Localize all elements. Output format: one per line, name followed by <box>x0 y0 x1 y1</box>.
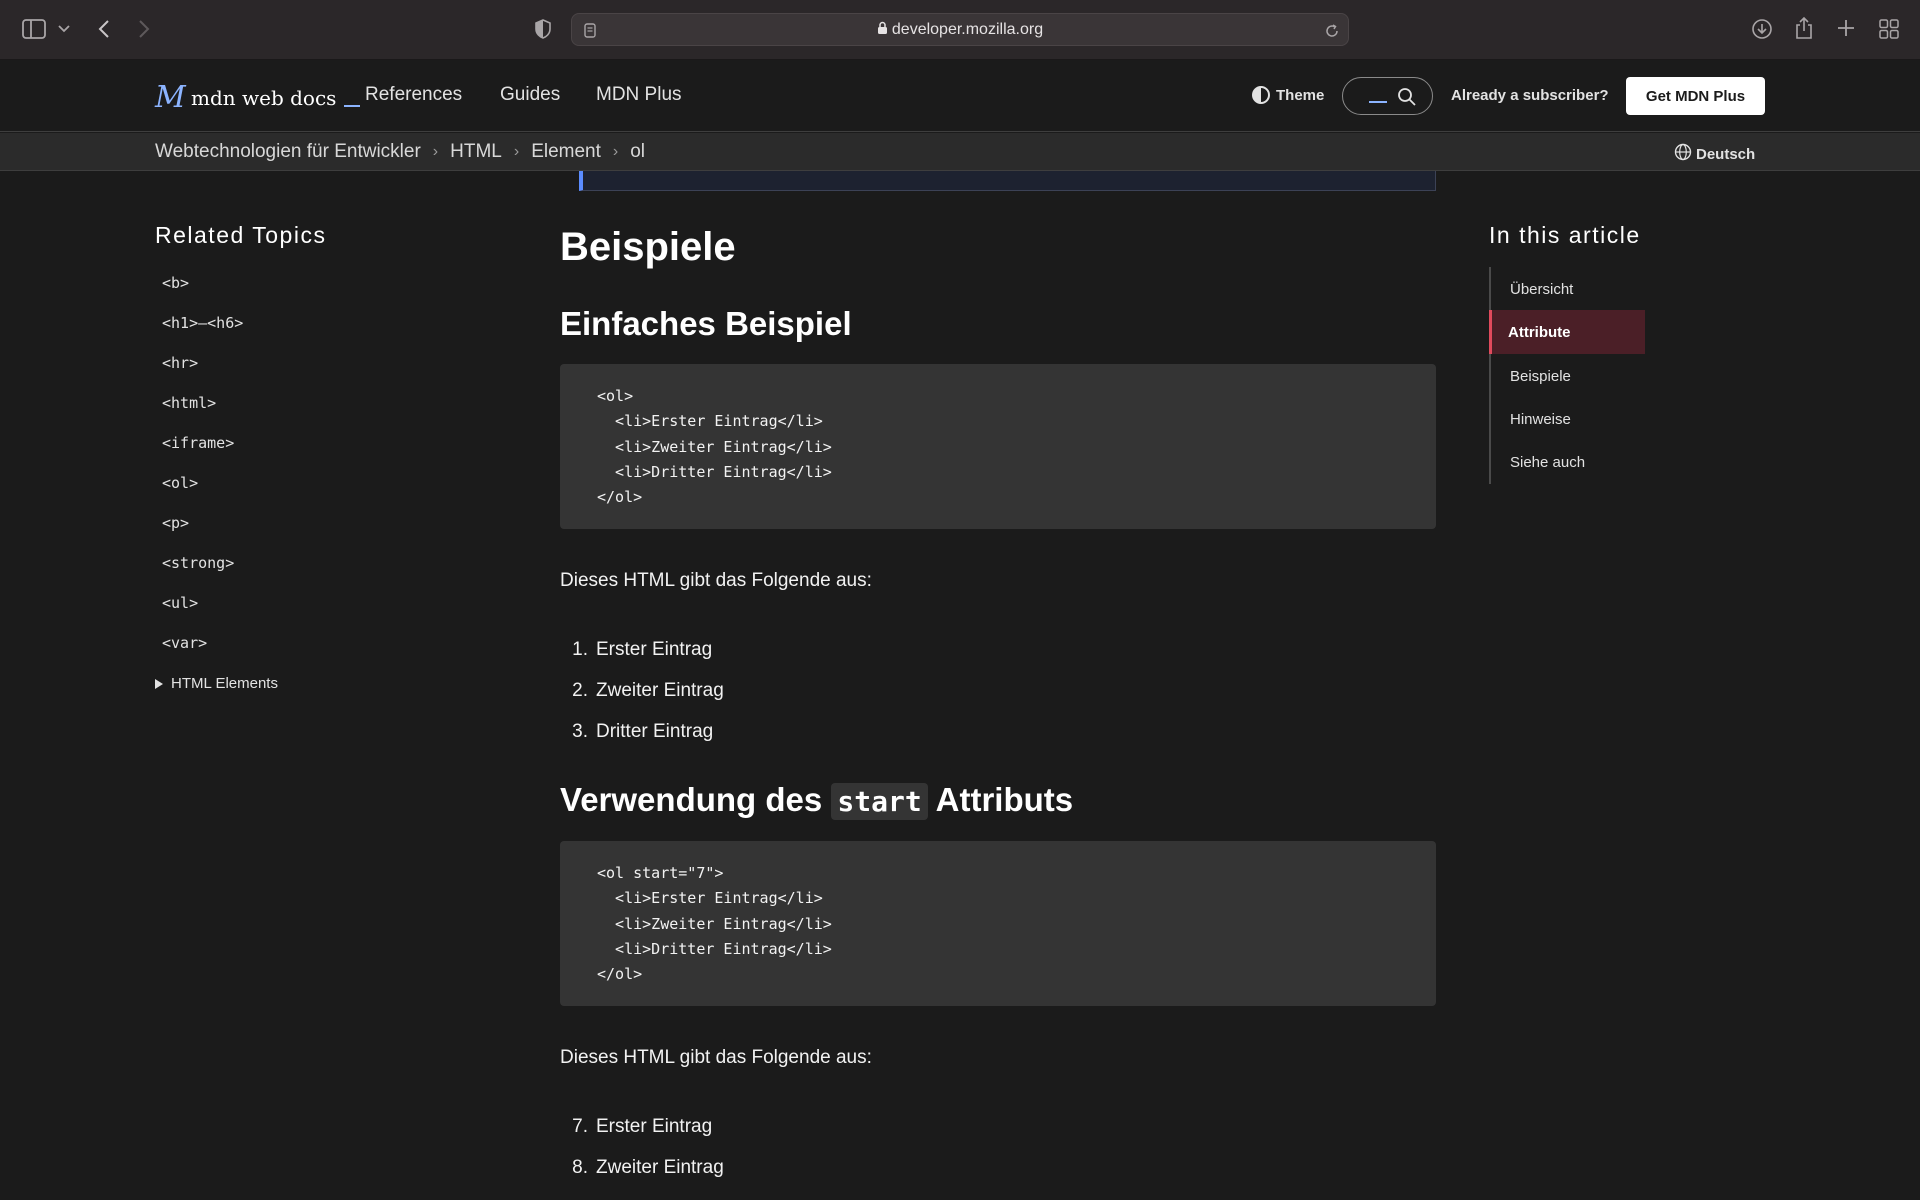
chevron-right-icon: › <box>612 143 619 160</box>
browser-toolbar: developer.mozilla.org <box>0 0 1920 60</box>
list-item-number: 1. <box>572 639 588 660</box>
list-item-text: Erster Eintrag <box>596 639 713 660</box>
sidebar-item-strong[interactable]: <strong> <box>162 554 234 572</box>
search-button[interactable] <box>1342 77 1433 115</box>
privacy-shield-icon[interactable] <box>533 17 553 41</box>
chevron-right-icon: › <box>432 143 439 160</box>
sidebar-item-p[interactable]: <p> <box>162 514 189 532</box>
site-header: M mdn web docs References Guides MDN Plu… <box>0 60 1920 132</box>
forward-icon[interactable] <box>134 17 154 41</box>
toc-title: In this article <box>1489 222 1641 248</box>
example-2-title-code: start <box>831 783 928 820</box>
list-item: 1. Erster Eintrag <box>560 639 712 661</box>
back-icon[interactable] <box>94 17 114 41</box>
nav-guides[interactable]: Guides <box>500 84 560 106</box>
login-link[interactable]: Already a subscriber? <box>1451 87 1609 104</box>
sidebar-item-b[interactable]: <b> <box>162 274 189 292</box>
language-label: Deutsch <box>1696 145 1756 163</box>
share-icon[interactable] <box>1793 15 1815 41</box>
sidebar-item-ul[interactable]: <ul> <box>162 594 198 612</box>
chevron-down-icon[interactable] <box>57 20 71 38</box>
list-item-number: 8. <box>572 1157 588 1178</box>
url-host: developer.mozilla.org <box>572 21 1348 40</box>
download-icon[interactable] <box>1750 17 1774 41</box>
sidebar-item-h1-h6[interactable]: <h1>–<h6> <box>162 314 243 332</box>
lock-icon <box>877 21 888 40</box>
toc-item-uebersicht[interactable]: Übersicht <box>1491 267 1647 311</box>
toc-item-beispiele[interactable]: Beispiele <box>1491 354 1647 398</box>
code-example-2: <ol start="7"> <li>Erster Eintrag</li> <… <box>560 841 1436 1006</box>
code-example-2-text: <ol start="7"> <li>Erster Eintrag</li> <… <box>597 864 832 984</box>
sidebar-item-var[interactable]: <var> <box>162 634 207 652</box>
breadcrumb-item-ol[interactable]: ol <box>630 141 645 163</box>
list-item: 3. Dritter Eintrag <box>560 721 713 743</box>
breadcrumb-item-element[interactable]: Element <box>531 141 601 163</box>
address-bar[interactable]: developer.mozilla.org <box>571 13 1349 46</box>
list-item-text: Dritter Eintrag <box>596 721 714 742</box>
theme-button[interactable]: Theme <box>1252 86 1324 104</box>
list-item: 8. Zweiter Eintrag <box>560 1157 724 1179</box>
get-mdn-plus-button[interactable]: Get MDN Plus <box>1626 77 1765 115</box>
output-intro-2: Dieses HTML gibt das Folgende aus: <box>560 1047 872 1068</box>
mdn-logo[interactable]: M mdn web docs <box>155 80 361 115</box>
example-1-title: Einfaches Beispiel <box>560 305 852 342</box>
list-item-text: Zweiter Eintrag <box>596 1157 724 1178</box>
search-cursor <box>1369 101 1387 103</box>
output-intro-1: Dieses HTML gibt das Folgende aus: <box>560 570 872 591</box>
list-item-text: Erster Eintrag <box>596 1116 713 1137</box>
new-tab-icon[interactable] <box>1836 18 1856 38</box>
url-host-text: developer.mozilla.org <box>891 21 1044 38</box>
globe-icon <box>1674 143 1692 165</box>
example-2-title-before: Verwendung des <box>560 781 823 818</box>
toc-item-attribute[interactable]: Attribute <box>1489 310 1645 354</box>
sidebar-details-html-elements[interactable]: HTML Elements <box>155 675 278 692</box>
toc-item-hinweise[interactable]: Hinweise <box>1491 397 1647 441</box>
list-item-number: 2. <box>572 680 588 701</box>
sidebar-title: Related Topics <box>155 222 327 248</box>
breadcrumb-bar: Webtechnologien für Entwickler › HTML › … <box>0 133 1920 171</box>
theme-label: Theme <box>1276 86 1325 104</box>
list-item: 7. Erster Eintrag <box>560 1116 712 1138</box>
breadcrumb-item-webtech[interactable]: Webtechnologien für Entwickler <box>155 141 421 163</box>
list-item: 2. Zweiter Eintrag <box>560 680 724 702</box>
theme-icon <box>1252 86 1270 104</box>
nav-mdn-plus[interactable]: MDN Plus <box>596 84 682 106</box>
search-icon <box>1397 87 1417 112</box>
sidebar-item-hr[interactable]: <hr> <box>162 354 198 372</box>
tab-overview-icon[interactable] <box>1878 18 1900 40</box>
chevron-right-icon: › <box>513 143 520 160</box>
reload-icon[interactable] <box>1323 22 1341 40</box>
list-item-number: 7. <box>572 1116 588 1137</box>
language-switcher[interactable]: Deutsch <box>1674 143 1755 165</box>
breadcrumb-item-html[interactable]: HTML <box>450 141 502 163</box>
disclosure-triangle-icon <box>155 678 163 689</box>
logo-cursor <box>344 104 361 107</box>
code-example-1: <ol> <li>Erster Eintrag</li> <li>Zweiter… <box>560 364 1436 529</box>
section-heading: Beispiele <box>560 225 736 269</box>
toc-item-siehe-auch[interactable]: Siehe auch <box>1491 440 1647 484</box>
list-item-number: 3. <box>572 721 588 742</box>
list-item-text: Zweiter Eintrag <box>596 680 724 701</box>
sidebar-toggle-icon[interactable] <box>22 18 46 40</box>
sidebar-details-label: HTML Elements <box>171 675 278 692</box>
example-2-title: Verwendung des start Attributs <box>560 781 1074 820</box>
logo-text: mdn web docs <box>191 85 337 110</box>
mdn-logo-icon: M <box>155 80 186 115</box>
sidebar-item-ol[interactable]: <ol> <box>162 474 198 492</box>
breadcrumb: Webtechnologien für Entwickler › HTML › … <box>155 141 645 163</box>
nav-references[interactable]: References <box>365 84 462 106</box>
sidebar-item-html[interactable]: <html> <box>162 394 216 412</box>
example-2-title-after: Attributs <box>935 781 1074 818</box>
note-box-edge <box>579 171 1436 191</box>
sidebar-item-iframe[interactable]: <iframe> <box>162 434 234 452</box>
code-example-1-text: <ol> <li>Erster Eintrag</li> <li>Zweiter… <box>597 387 832 507</box>
